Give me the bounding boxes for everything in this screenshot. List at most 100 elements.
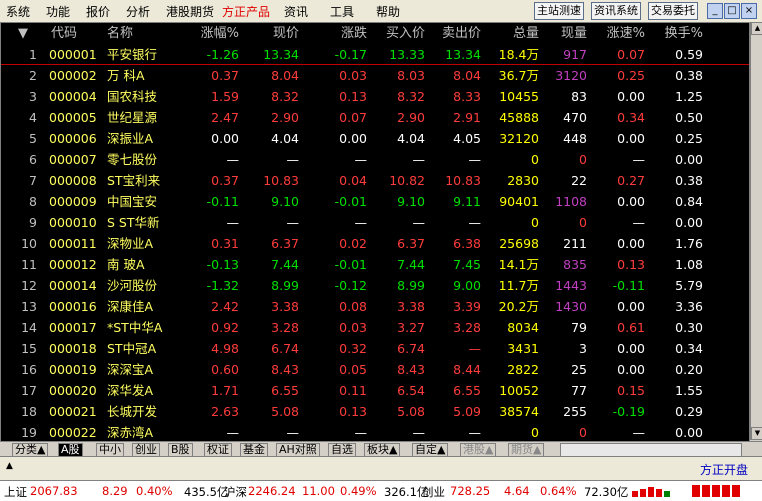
speed-test-button[interactable]: 主站测速 — [534, 2, 584, 20]
ask-price: 13.34 — [445, 47, 481, 62]
change: -0.01 — [334, 257, 367, 272]
table-row[interactable]: 4 000005 世纪星源 2.47 2.90 0.07 2.90 2.91 45888 470 0… — [1, 107, 749, 128]
tab-sme[interactable]: 中小 — [96, 443, 124, 457]
table-row[interactable]: 2 000002 万 科A 0.37 8.04 0.03 8.03 8.04 36.7万 3120… — [1, 65, 749, 86]
table-row[interactable]: 9 000010 S ST华新 — — — — — 0 0 — 0.00 — [1, 212, 749, 233]
col-turnover[interactable]: 换手% — [647, 23, 703, 44]
table-row[interactable]: 18 000021 长城开发 2.63 5.08 0.13 5.08 5.09 38574 255… — [1, 401, 749, 422]
col-pct[interactable]: 涨幅% — [179, 23, 239, 44]
menu-quote[interactable]: 报价 — [86, 3, 110, 20]
menu-help[interactable]: 帮助 — [376, 3, 400, 20]
ask-price: — — [468, 215, 482, 230]
quote-grid[interactable]: ▼ 代码 名称 涨幅% 现价 涨跌 买入价 卖出价 总量 现量 涨速% 换手% … — [0, 22, 750, 442]
vertical-scrollbar[interactable]: ▲ ▼ — [750, 22, 762, 440]
close-icon[interactable]: × — [741, 3, 757, 19]
maximize-icon[interactable]: □ — [724, 3, 740, 19]
table-row[interactable]: 6 000007 零七股份 — — — — — 0 0 — 0.00 — [1, 149, 749, 170]
tab-gem[interactable]: 创业 — [132, 443, 160, 457]
tab-futures[interactable]: 期货▲ — [508, 443, 545, 457]
table-row[interactable]: 15 000018 ST中冠A 4.98 6.74 0.32 6.74 — 3431 3 0.00 0… — [1, 338, 749, 359]
tab-a-share[interactable]: A股 — [58, 443, 83, 457]
tab-sector[interactable]: 板块▲ — [364, 443, 401, 457]
speed: — — [632, 425, 646, 440]
trade-button[interactable]: 交易委托 — [648, 2, 698, 20]
tab-custom[interactable]: 自定▲ — [412, 443, 449, 457]
col-change[interactable]: 涨跌 — [305, 23, 367, 44]
speed: 0.00 — [617, 299, 645, 314]
table-row[interactable]: 5 000006 深振业A 0.00 4.04 0.00 4.04 4.05 32120 448 0… — [1, 128, 749, 149]
speed: 0.00 — [617, 194, 645, 209]
current-volume: 77 — [571, 383, 587, 398]
table-row[interactable]: 17 000020 深华发A 1.71 6.55 0.11 6.54 6.55 10052 77 0… — [1, 380, 749, 401]
table-row[interactable]: 13 000016 深康佳A 2.42 3.38 0.08 3.38 3.39 20.2万 143… — [1, 296, 749, 317]
stock-code: 000007 — [49, 152, 97, 167]
menu-analysis[interactable]: 分析 — [126, 3, 150, 20]
current-volume: 0 — [579, 425, 587, 440]
tab-fund[interactable]: 基金 — [240, 443, 268, 457]
bid-price: 9.10 — [397, 194, 425, 209]
ask-price: 5.09 — [453, 404, 481, 419]
minimize-icon[interactable]: _ — [707, 3, 723, 19]
turnover: 0.38 — [675, 68, 703, 83]
table-row[interactable]: 8 000009 中国宝安 -0.11 9.10 -0.01 9.10 9.11 90401 11… — [1, 191, 749, 212]
menu-system[interactable]: 系统 — [6, 3, 30, 20]
total-volume: 90401 — [499, 194, 539, 209]
change: 0.13 — [339, 89, 367, 104]
table-row[interactable]: 16 000019 深深宝A 0.60 8.43 0.05 8.43 8.44 2822 25 0.… — [1, 359, 749, 380]
menu-hk-futures[interactable]: 港股期货 — [166, 3, 214, 20]
sz-label: 沪深 — [224, 485, 247, 499]
tab-b-share[interactable]: B股 — [168, 443, 193, 457]
turnover: 0.00 — [675, 152, 703, 167]
col-speed[interactable]: 涨速% — [589, 23, 645, 44]
tab-warrant[interactable]: 权证 — [204, 443, 232, 457]
table-row[interactable]: 3 000004 国农科技 1.59 8.32 0.13 8.32 8.33 10455 83 0.… — [1, 86, 749, 107]
pct-change: 0.31 — [211, 236, 239, 251]
bid-price: 3.27 — [397, 320, 425, 335]
table-row[interactable]: 14 000017 *ST中华A 0.92 3.28 0.03 3.27 3.28 8034 79… — [1, 317, 749, 338]
tab-watchlist[interactable]: 自选 — [328, 443, 356, 457]
row-number: 10 — [21, 236, 37, 251]
menu-news[interactable]: 资讯 — [284, 3, 308, 20]
row-number: 7 — [29, 173, 37, 188]
speed: -0.19 — [612, 404, 645, 419]
founder-open-link[interactable]: 方正开盘 — [700, 461, 748, 478]
speed: 0.27 — [617, 173, 645, 188]
menu-tools[interactable]: 工具 — [330, 3, 354, 20]
table-row[interactable]: 12 000014 沙河股份 -1.32 8.99 -0.12 8.99 9.00 11.7万 1… — [1, 275, 749, 296]
tab-hk-stock[interactable]: 港股▲ — [460, 443, 497, 457]
ask-price: 4.05 — [453, 131, 481, 146]
stock-code: 000017 — [49, 320, 97, 335]
ask-price: 8.44 — [453, 362, 481, 377]
total-volume: 36.7万 — [498, 68, 539, 83]
scroll-down-icon[interactable]: ▼ — [751, 427, 762, 440]
turnover: 0.00 — [675, 425, 703, 440]
table-row[interactable]: 11 000012 南 玻A -0.13 7.44 -0.01 7.44 7.45 14.1万 8… — [1, 254, 749, 275]
table-row[interactable]: 10 000011 深物业A 0.31 6.37 0.02 6.37 6.38 25698 211… — [1, 233, 749, 254]
info-system-button[interactable]: 资讯系统 — [591, 2, 641, 20]
col-ask[interactable]: 卖出价 — [425, 23, 481, 44]
table-row[interactable]: 7 000008 ST宝利来 0.37 10.83 0.04 10.82 10.83 2830 2… — [1, 170, 749, 191]
bid-price: 2.90 — [397, 110, 425, 125]
col-volume[interactable]: 总量 — [485, 23, 539, 44]
tab-category[interactable]: 分类▲ — [12, 443, 49, 457]
stock-code: 000019 — [49, 362, 97, 377]
row-number: 13 — [21, 299, 37, 314]
pct-change: — — [226, 425, 240, 440]
menu-function[interactable]: 功能 — [46, 3, 70, 20]
col-code[interactable]: 代码 — [51, 23, 111, 44]
table-row[interactable]: 19 000022 深赤湾A — — — — — 0 0 — 0.00 — [1, 422, 749, 443]
col-name[interactable]: 名称 — [107, 23, 187, 44]
col-price[interactable]: 现价 — [241, 23, 299, 44]
sort-arrow-icon[interactable]: ▼ — [9, 23, 37, 44]
dropdown-arrow-icon[interactable]: ▲ — [6, 461, 13, 471]
ask-price: 3.28 — [453, 320, 481, 335]
tab-ah-compare[interactable]: AH对照 — [276, 443, 320, 457]
row-number: 15 — [21, 341, 37, 356]
horizontal-scrollbar[interactable] — [560, 443, 742, 457]
scroll-up-icon[interactable]: ▲ — [751, 22, 762, 35]
col-cur-vol[interactable]: 现量 — [537, 23, 587, 44]
col-bid[interactable]: 买入价 — [367, 23, 425, 44]
menu-founder-products[interactable]: 方正产品 — [222, 3, 270, 20]
bid-price: — — [412, 152, 426, 167]
table-row[interactable]: 1 000001 平安银行 -1.26 13.34 -0.17 13.33 13.34 18.4… — [1, 44, 749, 65]
